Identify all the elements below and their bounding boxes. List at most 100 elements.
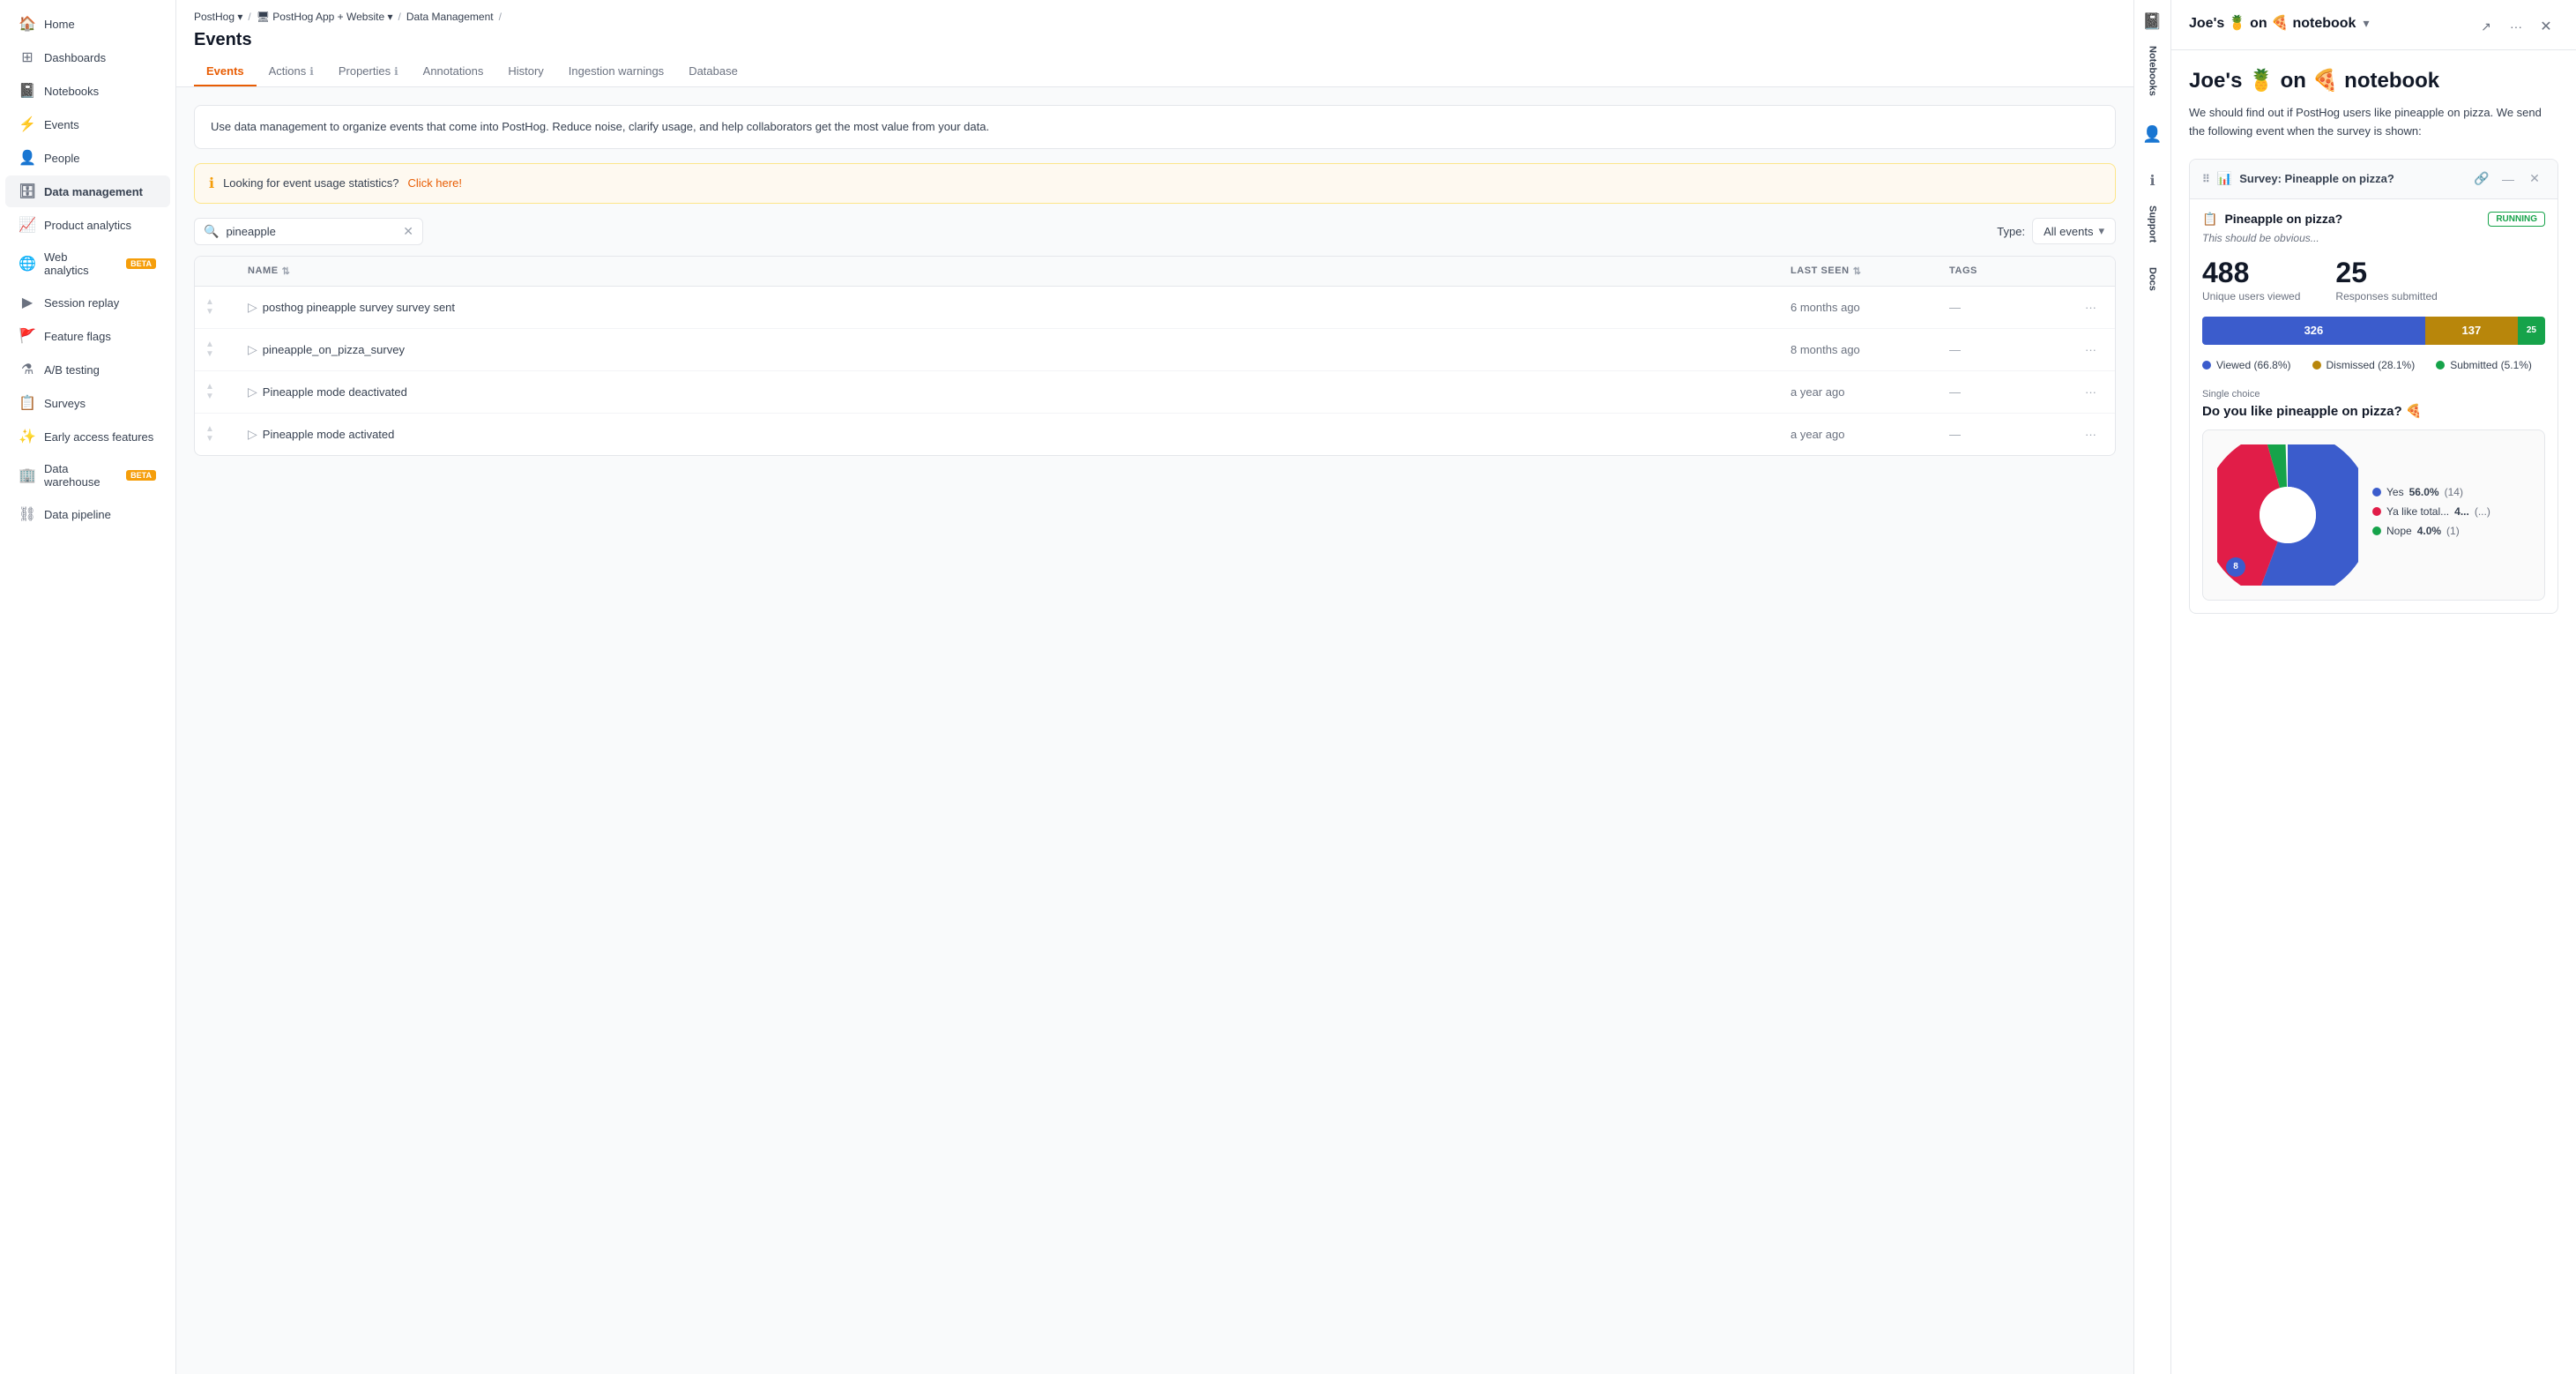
feature-flags-icon: 🚩 <box>19 328 35 344</box>
legend-viewed: Viewed (66.8%) <box>2202 359 2291 371</box>
nope-dot <box>2372 526 2381 535</box>
sidebar-item-events[interactable]: ⚡ Events <box>5 108 170 140</box>
pie-section: 8 Yes 56.0% (14) Ya like total. <box>2217 444 2530 586</box>
last-seen-cell: 6 months ago <box>1780 290 1939 325</box>
web-analytics-beta-badge: BETA <box>126 258 156 269</box>
early-access-icon: ✨ <box>19 429 35 444</box>
sidebar-item-home[interactable]: 🏠 Home <box>5 8 170 40</box>
more-actions-cell: ··· <box>2071 287 2115 328</box>
single-choice-label: Single choice <box>2202 389 2545 400</box>
sidebar-item-data-pipeline[interactable]: ⛓ Data pipeline <box>5 498 170 530</box>
row-arrows-cell: ▲▼ <box>195 329 237 370</box>
person-icon-button[interactable]: 👤 <box>2139 121 2167 149</box>
minimize-icon: — <box>2502 172 2514 186</box>
close-card-button[interactable]: ✕ <box>2524 168 2545 190</box>
sidebar-item-people[interactable]: 👤 People <box>5 142 170 174</box>
sidebar-item-product-analytics[interactable]: 📈 Product analytics <box>5 209 170 241</box>
link-button[interactable]: 🔗 <box>2471 168 2492 190</box>
sidebar-item-feature-flags[interactable]: 🚩 Feature flags <box>5 320 170 352</box>
tab-events[interactable]: Events <box>194 57 257 86</box>
right-sidebar: 📓 Notebooks 👤 ℹ Support Docs <box>2133 0 2170 1374</box>
event-name: Pineapple mode activated <box>263 428 395 441</box>
search-clear-button[interactable]: ✕ <box>403 224 413 239</box>
info-banner-link[interactable]: Click here! <box>408 176 462 190</box>
search-input[interactable] <box>226 225 396 238</box>
tab-annotations[interactable]: Annotations <box>411 57 496 86</box>
sidebar-item-web-analytics[interactable]: 🌐 Web analytics BETA <box>5 243 170 285</box>
search-row: 🔍 ✕ Type: All events ▾ <box>194 218 2116 245</box>
last-seen-cell: 8 months ago <box>1780 332 1939 367</box>
properties-info-icon: ℹ <box>394 65 398 78</box>
more-button[interactable]: ··· <box>2081 340 2100 360</box>
breadcrumb-data-management[interactable]: Data Management <box>406 11 494 23</box>
survey-name: Pineapple on pizza? <box>2224 212 2342 226</box>
tab-ingestion-warnings[interactable]: Ingestion warnings <box>556 57 676 86</box>
event-name: Pineapple mode deactivated <box>263 385 407 399</box>
row-sort-arrows[interactable]: ▲▼ <box>205 382 214 401</box>
survey-card: ⠿ 📊 Survey: Pineapple on pizza? 🔗 — ✕ <box>2189 159 2558 614</box>
tab-properties[interactable]: Properties ℹ <box>326 57 411 86</box>
external-link-button[interactable]: ↗ <box>2474 14 2498 39</box>
sidebar-item-data-management[interactable]: 🗄 Data management <box>5 175 170 207</box>
more-actions-cell: ··· <box>2071 371 2115 413</box>
sidebar-item-label: Data warehouse <box>44 462 114 489</box>
search-box: 🔍 ✕ <box>194 218 423 245</box>
survey-card-icon: 📊 <box>2217 171 2232 186</box>
sidebar-item-surveys[interactable]: 📋 Surveys <box>5 387 170 419</box>
notebook-description: We should find out if PostHog users like… <box>2189 104 2558 141</box>
event-name: posthog pineapple survey survey sent <box>263 301 455 314</box>
responses-label: Responses submitted <box>2335 290 2437 302</box>
col-name[interactable]: NAME ⇅ <box>237 257 1780 286</box>
more-button[interactable]: ··· <box>2081 382 2100 402</box>
tab-actions[interactable]: Actions ℹ <box>257 57 326 86</box>
notebook-dropdown-button[interactable]: ▾ <box>2363 16 2369 31</box>
row-sort-arrows[interactable]: ▲▼ <box>205 297 214 317</box>
more-button[interactable]: ··· <box>2081 297 2100 317</box>
more-options-button[interactable]: ··· <box>2504 14 2528 39</box>
sidebar-item-data-warehouse[interactable]: 🏢 Data warehouse BETA <box>5 454 170 497</box>
type-filter-button[interactable]: All events ▾ <box>2032 218 2116 244</box>
data-warehouse-icon: 🏢 <box>19 467 35 483</box>
tab-database[interactable]: Database <box>676 57 750 86</box>
sidebar-item-dashboards[interactable]: ⊞ Dashboards <box>5 41 170 73</box>
more-actions-cell: ··· <box>2071 329 2115 370</box>
notebook-panel-content: Joe's 🍍 on 🍕 notebook We should find out… <box>2171 50 2576 1374</box>
sidebar-item-notebooks[interactable]: 📓 Notebooks <box>5 75 170 107</box>
ellipsis-icon: ··· <box>2510 19 2522 34</box>
more-button[interactable]: ··· <box>2081 424 2100 444</box>
content-area: Use data management to organize events t… <box>176 87 2133 1374</box>
sidebar-item-label: Events <box>44 118 79 131</box>
sidebar-item-ab-testing[interactable]: ⚗ A/B testing <box>5 354 170 385</box>
close-panel-button[interactable]: ✕ <box>2534 14 2558 39</box>
event-name-cell[interactable]: ▷ posthog pineapple survey survey sent <box>237 289 1780 325</box>
row-sort-arrows[interactable]: ▲▼ <box>205 424 214 444</box>
tags-cell: — <box>1939 290 2071 325</box>
event-name-cell[interactable]: ▷ pineapple_on_pizza_survey <box>237 332 1780 368</box>
sidebar-item-early-access[interactable]: ✨ Early access features <box>5 421 170 452</box>
event-icon: ▷ <box>248 300 257 315</box>
col-last-seen[interactable]: LAST SEEN ⇅ <box>1780 257 1939 286</box>
row-sort-arrows[interactable]: ▲▼ <box>205 340 214 359</box>
survey-progress-bar: 326 137 25 <box>2202 317 2545 345</box>
notebooks-panel-button[interactable]: 📓 <box>2139 7 2167 35</box>
event-name-cell[interactable]: ▷ Pineapple mode activated <box>237 416 1780 452</box>
survey-card-actions: 🔗 — ✕ <box>2471 168 2545 190</box>
info-banner-text: Looking for event usage statistics? <box>223 176 398 190</box>
tags-cell: — <box>1939 417 2071 452</box>
notebook-main-title: Joe's 🍍 on 🍕 notebook <box>2189 68 2558 93</box>
search-icon: 🔍 <box>204 224 219 239</box>
docs-label[interactable]: Docs <box>2139 260 2167 298</box>
breadcrumb-app[interactable]: 🖥 PostHog App + Website ▾ <box>257 11 393 23</box>
event-name: pineapple_on_pizza_survey <box>263 343 405 356</box>
survey-subtitle: This should be obvious... <box>2202 232 2545 244</box>
minimize-button[interactable]: — <box>2498 168 2519 190</box>
breadcrumb-posthog[interactable]: PostHog ▾ <box>194 11 242 23</box>
notebooks-label[interactable]: Notebooks <box>2139 39 2167 103</box>
info-button[interactable]: ℹ <box>2139 167 2167 195</box>
support-label[interactable]: Support <box>2139 198 2167 250</box>
event-name-cell[interactable]: ▷ Pineapple mode deactivated <box>237 374 1780 410</box>
tab-history[interactable]: History <box>495 57 555 86</box>
viewed-bar: 326 <box>2202 317 2425 345</box>
row-arrows-cell: ▲▼ <box>195 371 237 412</box>
sidebar-item-session-replay[interactable]: ▶ Session replay <box>5 287 170 318</box>
